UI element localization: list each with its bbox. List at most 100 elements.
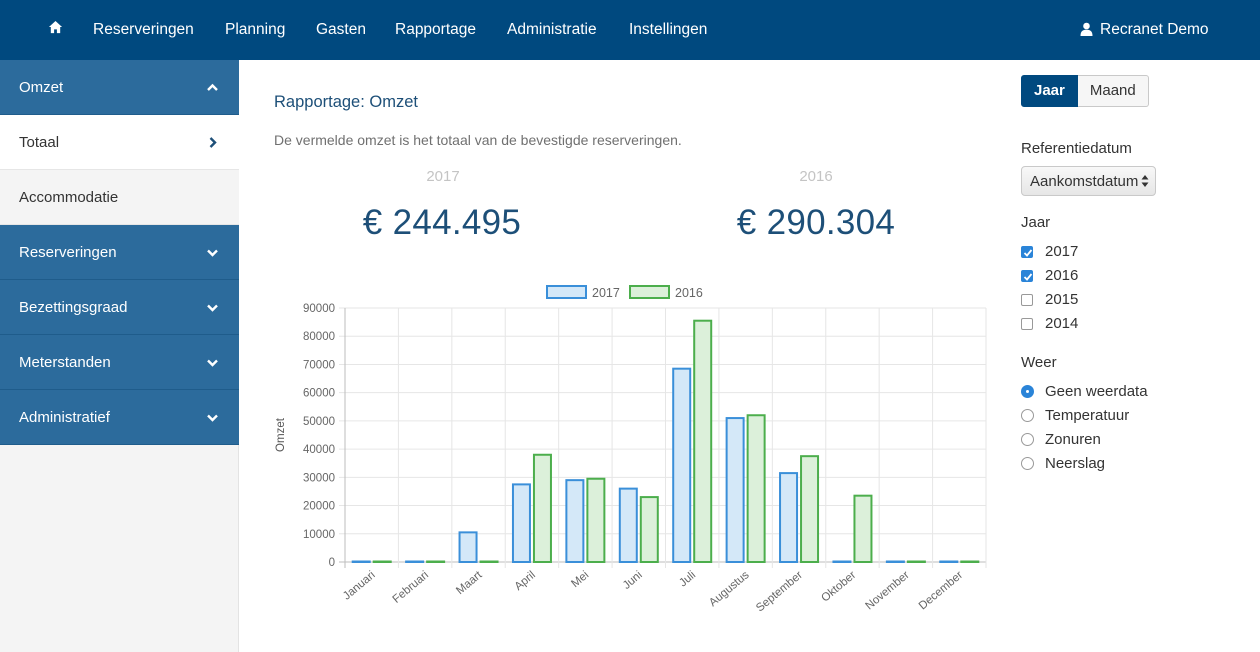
- sidebar-item-label: Meterstanden: [19, 354, 111, 371]
- checkbox-label: 2016: [1045, 267, 1079, 284]
- y-tick-label: 70000: [303, 359, 335, 371]
- bar-2017-juni: [618, 487, 638, 563]
- nav-reserveringen[interactable]: Reserveringen: [93, 21, 194, 39]
- jaar-label: Jaar: [1021, 214, 1051, 231]
- sidebar-item-totaal[interactable]: Totaal: [0, 115, 239, 170]
- stat-value-2017: € 244.495: [362, 203, 522, 242]
- y-tick-label: 30000: [303, 472, 335, 484]
- chevron-down-icon: [207, 414, 218, 422]
- sidebar-item-omzet[interactable]: Omzet: [0, 60, 239, 115]
- legend-swatch-2017: [546, 285, 587, 299]
- radio-label: Geen weerdata: [1045, 383, 1148, 400]
- radio-label: Temperatuur: [1045, 407, 1130, 424]
- toggle-maand-button[interactable]: Maand: [1077, 75, 1149, 107]
- checkbox-checked-icon: [1021, 246, 1033, 258]
- x-tick-label: Juli: [677, 569, 698, 589]
- bar-2017-mei: [565, 479, 585, 563]
- bar-2016-februari: [426, 560, 446, 563]
- checkbox-unchecked-icon: [1021, 318, 1033, 330]
- sidebar-item-label: Accommodatie: [19, 189, 119, 206]
- x-tick-label: November: [863, 569, 911, 612]
- nav-gasten[interactable]: Gasten: [316, 21, 366, 39]
- bar-2017-augustus: [725, 417, 745, 563]
- sidebar-item-meterstanden[interactable]: Meterstanden: [0, 335, 239, 390]
- y-tick-label: 20000: [303, 501, 335, 513]
- legend-label-2016: 2016: [675, 286, 703, 300]
- x-tick-label: September: [754, 569, 805, 614]
- bar-2016-augustus: [746, 414, 766, 563]
- y-tick-label: 40000: [303, 444, 335, 456]
- y-tick-label: 10000: [303, 529, 335, 541]
- bar-2016-maart: [479, 560, 499, 563]
- select-arrows-icon: [1141, 175, 1149, 187]
- sidebar-item-label: Omzet: [19, 79, 64, 96]
- x-tick-label: Januari: [341, 569, 378, 602]
- toggle-jaar-button[interactable]: Jaar: [1021, 75, 1078, 107]
- chevron-down-icon: [207, 359, 218, 367]
- bar-2016-september: [800, 455, 820, 564]
- bar-2016-januari: [372, 560, 392, 563]
- bar-2017-maart: [458, 531, 478, 564]
- bar-2016-juni: [639, 496, 659, 563]
- user-icon: [1080, 22, 1093, 36]
- radio-unselected-icon: [1021, 457, 1034, 470]
- bar-2017-april: [511, 483, 531, 563]
- referentiedatum-label: Referentiedatum: [1021, 140, 1132, 157]
- checkbox-label: 2014: [1045, 315, 1079, 332]
- nav-instellingen[interactable]: Instellingen: [629, 21, 707, 39]
- stat-year-2017: 2017: [426, 168, 460, 185]
- revenue-chart: 90000 80000 70000 60000 50000 40000 30000 20000…: [275, 285, 987, 614]
- bar-2017-februari: [405, 560, 425, 563]
- sidebar-item-administratief[interactable]: Administratief: [0, 390, 239, 445]
- bar-2016-april: [532, 453, 552, 563]
- nav-rapportage[interactable]: Rapportage: [395, 21, 476, 39]
- x-tick-label: December: [917, 569, 965, 612]
- referentiedatum-select[interactable]: Aankomstdatum: [1021, 166, 1156, 196]
- bar-2016-november: [906, 560, 926, 563]
- chevron-up-icon: [207, 83, 218, 91]
- checkbox-label: 2015: [1045, 291, 1079, 308]
- radio-selected-icon: [1021, 385, 1034, 398]
- page-title: Rapportage: Omzet: [274, 93, 418, 111]
- sidebar-item-reserveringen[interactable]: Reserveringen: [0, 225, 239, 280]
- bar-2017-december: [939, 560, 959, 563]
- x-tick-label: Augustus: [707, 569, 752, 609]
- radio-unselected-icon: [1021, 409, 1034, 422]
- y-axis-label: Omzet: [275, 417, 287, 452]
- bar-2017-september: [779, 472, 799, 564]
- bar-2016-oktober: [853, 494, 873, 563]
- bar-2016-juli: [693, 319, 713, 564]
- radio-unselected-icon: [1021, 433, 1034, 446]
- x-tick-label: Februari: [391, 569, 432, 606]
- chevron-down-icon: [207, 249, 218, 257]
- legend-swatch-2016: [629, 285, 670, 299]
- y-tick-label: 60000: [303, 388, 335, 400]
- stat-year-2016: 2016: [799, 168, 833, 185]
- sidebar-item-bezettingsgraad[interactable]: Bezettingsgraad: [0, 280, 239, 335]
- bar-2017-november: [885, 560, 905, 563]
- bar-2017-oktober: [832, 560, 852, 563]
- y-tick-label: 0: [329, 557, 335, 569]
- sidebar-item-accommodatie[interactable]: Accommodatie: [0, 170, 239, 225]
- x-tick-label: April: [513, 569, 538, 593]
- nav-planning[interactable]: Planning: [225, 21, 285, 39]
- user-menu[interactable]: Recranet Demo: [1080, 21, 1209, 39]
- sidebar-item-label: Reserveringen: [19, 244, 117, 261]
- sidebar: Omzet Totaal Accommodatie Reserveringen …: [0, 60, 239, 652]
- select-value: Aankomstdatum: [1030, 173, 1138, 190]
- x-tick-label: Mei: [569, 569, 591, 590]
- top-navbar: Reserveringen Planning Gasten Rapportage…: [0, 0, 1260, 60]
- home-icon[interactable]: [48, 20, 66, 38]
- chevron-right-icon: [209, 137, 217, 148]
- y-tick-label: 90000: [303, 303, 335, 315]
- period-toggle: Jaar Maand: [1021, 75, 1149, 107]
- bar-2016-mei: [586, 477, 606, 563]
- bar-2016-december: [960, 560, 980, 563]
- radio-label: Zonuren: [1045, 431, 1101, 448]
- nav-administratie[interactable]: Administratie: [507, 21, 597, 39]
- checkbox-checked-icon: [1021, 270, 1033, 282]
- radio-label: Neerslag: [1045, 455, 1106, 472]
- bar-2017-januari: [351, 560, 371, 563]
- sidebar-item-label: Bezettingsgraad: [19, 299, 128, 316]
- y-tick-label: 80000: [303, 331, 335, 343]
